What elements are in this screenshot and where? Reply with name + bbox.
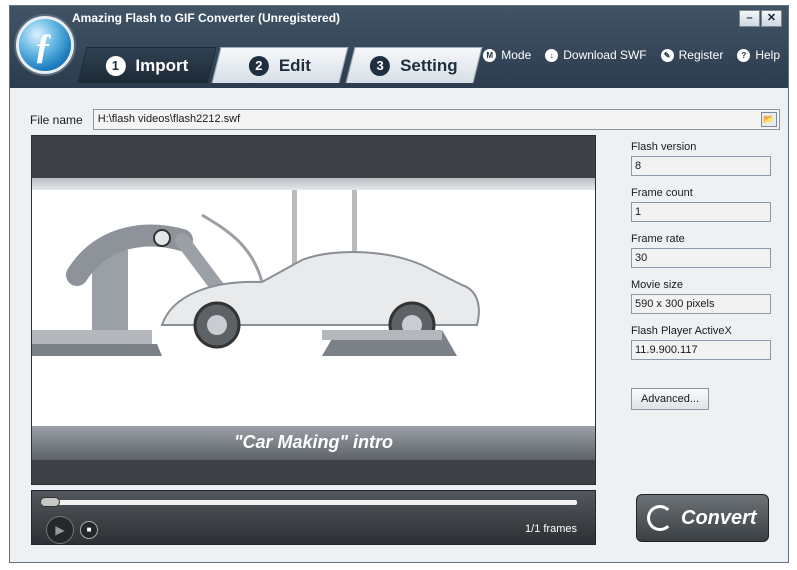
tab-number-3: 3	[370, 55, 391, 76]
minimize-button[interactable]: –	[739, 10, 760, 27]
convert-label: Convert	[681, 506, 757, 529]
advanced-button[interactable]: Advanced...	[631, 388, 709, 410]
window-controls: – ✕	[739, 10, 782, 27]
main-window: ƒ Amazing Flash to GIF Converter (Unregi…	[9, 5, 789, 563]
info-panel: Flash version 8 Frame count 1 Frame rate…	[631, 141, 773, 371]
frame-counter: 1/1 frames	[525, 523, 577, 535]
flash-version-field: Flash version 8	[631, 141, 773, 176]
frame-count-field: Frame count 1	[631, 187, 773, 222]
menu-download-swf[interactable]: ↓ Download SWF	[545, 48, 647, 62]
tab-edit[interactable]: 2 Edit	[211, 47, 349, 83]
top-menu: M Mode ↓ Download SWF ✎ Register ? Help	[483, 48, 780, 62]
field-value: 1	[631, 202, 771, 222]
tab-label: Setting	[400, 55, 458, 75]
tab-number-1: 1	[105, 55, 126, 76]
flash-stage: "Car Making" intro	[32, 178, 595, 460]
field-label: Frame count	[631, 187, 693, 199]
field-label: Frame rate	[631, 233, 685, 245]
stage-top-strip	[32, 178, 595, 190]
play-button[interactable]: ▶	[46, 516, 74, 544]
file-row: File name H:\flash videos\flash2212.swf …	[30, 109, 780, 130]
field-value: 11.9.900.117	[631, 340, 771, 360]
field-value: 30	[631, 248, 771, 268]
title-bar: ƒ Amazing Flash to GIF Converter (Unregi…	[10, 6, 788, 88]
field-label: Flash Player ActiveX	[631, 325, 732, 337]
window-title: Amazing Flash to GIF Converter (Unregist…	[72, 11, 341, 25]
menu-label: Mode	[501, 48, 532, 62]
tab-setting[interactable]: 3 Setting	[345, 47, 483, 83]
file-path: H:\flash videos\flash2212.swf	[97, 113, 241, 125]
tab-number-2: 2	[248, 55, 269, 76]
seek-track[interactable]	[40, 497, 577, 507]
field-label: Flash version	[631, 141, 697, 153]
menu-label: Download SWF	[563, 48, 647, 62]
frame-rate-field: Frame rate 30	[631, 233, 773, 268]
tab-label: Edit	[278, 55, 311, 75]
download-icon: ↓	[545, 48, 559, 62]
tab-import[interactable]: 1 Import	[77, 47, 217, 83]
seek-thumb[interactable]	[40, 497, 60, 507]
convert-icon	[647, 505, 673, 531]
field-label: Movie size	[631, 279, 683, 291]
player-controls: ▶ ■ 1/1 frames	[31, 490, 596, 545]
register-icon: ✎	[660, 48, 674, 62]
close-button[interactable]: ✕	[761, 10, 782, 27]
stop-button[interactable]: ■	[80, 521, 98, 539]
field-value: 590 x 300 pixels	[631, 294, 771, 314]
menu-help[interactable]: ? Help	[737, 48, 780, 62]
app-logo-icon: ƒ	[16, 16, 74, 74]
menu-label: Register	[678, 48, 724, 62]
flash-player-activex-field: Flash Player ActiveX 11.9.900.117	[631, 325, 773, 360]
browse-folder-icon[interactable]: 📂	[760, 112, 777, 127]
menu-mode[interactable]: M Mode	[483, 48, 531, 62]
caption-bar: "Car Making" intro	[32, 426, 595, 460]
file-name-field[interactable]: H:\flash videos\flash2212.swf 📂	[92, 109, 780, 130]
car-assembly-illustration	[32, 190, 480, 356]
tab-label: Import	[135, 55, 189, 75]
menu-label: Help	[755, 48, 780, 62]
file-name-label: File name	[30, 112, 83, 127]
preview-panel: "Car Making" intro	[31, 135, 596, 485]
movie-size-field: Movie size 590 x 300 pixels	[631, 279, 773, 314]
help-icon: ?	[737, 48, 751, 62]
mode-icon: M	[483, 48, 497, 62]
menu-register[interactable]: ✎ Register	[660, 48, 724, 62]
preview-caption: "Car Making" intro	[233, 432, 394, 452]
convert-button[interactable]: Convert	[636, 494, 769, 542]
field-value: 8	[631, 156, 771, 176]
